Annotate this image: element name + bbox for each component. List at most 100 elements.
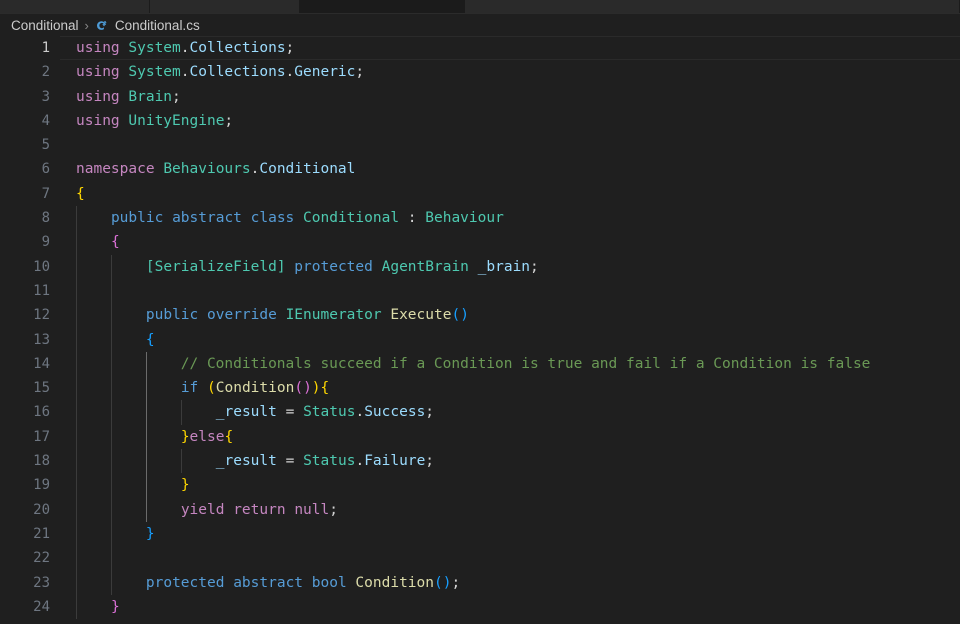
code-line[interactable]: 25} [0, 619, 960, 624]
code-line-content: { [60, 230, 960, 255]
code-line-content: [SerializeField] protected AgentBrain _b… [60, 254, 960, 279]
indent-guide [110, 278, 112, 304]
code-line[interactable]: 20 yield return null; [0, 497, 960, 522]
code-line-content: using UnityEngine; [60, 109, 960, 133]
breadcrumb-file[interactable]: Conditional.cs [115, 18, 200, 33]
chevron-right-icon: › [84, 17, 89, 33]
editor-tab-3[interactable] [300, 0, 465, 13]
code-line[interactable]: 14 // Conditionals succeed if a Conditio… [0, 351, 960, 377]
line-number: 15 [33, 380, 50, 397]
code-line[interactable]: 8 public abstract class Conditional : Be… [0, 206, 960, 231]
line-number: 1 [41, 40, 50, 56]
code-line-content: } [60, 594, 960, 620]
code-line[interactable]: 16 _result = Status.Success; [0, 400, 960, 425]
line-number: 20 [33, 501, 50, 518]
code-line-content [60, 546, 960, 571]
code-line[interactable]: 18 _result = Status.Failure; [0, 449, 960, 474]
code-line[interactable]: 10 [SerializeField] protected AgentBrain… [0, 254, 960, 279]
code-line[interactable]: 17 }else{ [0, 424, 960, 450]
indent-guide [76, 278, 77, 304]
line-number: 3 [41, 88, 50, 105]
code-line-content: public abstract class Conditional : Beha… [60, 206, 960, 231]
code-line[interactable]: 19 } [0, 473, 960, 498]
code-text: namespace Behaviours.Conditional [76, 161, 356, 178]
code-line-content: public override IEnumerator Execute() [60, 303, 960, 328]
code-text: { [110, 234, 120, 251]
code-text: _result = Status.Failure; [215, 453, 435, 470]
code-line[interactable]: 9 { [0, 230, 960, 255]
code-line[interactable]: 4 using UnityEngine; [0, 109, 960, 133]
code-line[interactable]: 6 namespace Behaviours.Conditional [0, 157, 960, 181]
code-line-content [60, 278, 960, 304]
code-line-content: } [60, 473, 960, 498]
code-line-content: } [60, 521, 960, 547]
code-text: using System.Collections.Generic; [76, 64, 365, 81]
line-number: 17 [33, 428, 50, 445]
editor-tab-4[interactable] [465, 0, 960, 13]
code-line-content: // Conditionals succeed if a Condition i… [60, 351, 960, 377]
code-text: [SerializeField] protected AgentBrain _b… [145, 258, 539, 275]
line-number: 23 [33, 574, 50, 591]
code-line-content: protected abstract bool Condition(); [60, 570, 960, 595]
editor-tab-strip [0, 0, 960, 13]
code-text: // Conditionals succeed if a Condition i… [180, 355, 871, 372]
code-line-content: { [60, 182, 960, 206]
code-text: using UnityEngine; [76, 112, 234, 129]
code-line[interactable]: 1 using System.Collections; [0, 36, 960, 60]
breadcrumb: Conditional › Conditional.cs [0, 14, 960, 36]
code-line-content [60, 133, 960, 157]
line-number: 6 [41, 161, 50, 178]
breadcrumb-folder[interactable]: Conditional [11, 18, 79, 33]
line-number: 21 [33, 525, 50, 542]
line-number: 12 [33, 307, 50, 324]
code-text: public override IEnumerator Execute() [145, 307, 469, 324]
code-line-content: _result = Status.Success; [60, 400, 960, 425]
line-number: 13 [33, 331, 50, 348]
code-text: { [145, 331, 155, 348]
code-text: using System.Collections; [76, 40, 295, 56]
line-number: 24 [33, 598, 50, 615]
code-line[interactable]: 2 using System.Collections.Generic; [0, 60, 960, 84]
code-line-content: using System.Collections; [60, 36, 960, 60]
code-line[interactable]: 12 public override IEnumerator Execute() [0, 303, 960, 328]
code-text: _result = Status.Success; [215, 404, 435, 421]
code-line-content: _result = Status.Failure; [60, 449, 960, 474]
code-line[interactable]: 7{ [0, 182, 960, 206]
code-text: public abstract class Conditional : Beha… [110, 210, 504, 227]
editor-tab-2[interactable] [150, 0, 300, 13]
code-line-content: { [60, 327, 960, 352]
code-text: } [76, 619, 85, 624]
code-line-content: yield return null; [60, 497, 960, 522]
line-number: 19 [33, 477, 50, 494]
code-line[interactable]: 23 protected abstract bool Condition(); [0, 570, 960, 595]
code-text: using Brain; [76, 88, 181, 105]
code-text: if (Condition()){ [180, 380, 330, 397]
code-line[interactable]: 15 if (Condition()){ [0, 376, 960, 401]
code-line-content: namespace Behaviours.Conditional [60, 157, 960, 181]
code-text: }else{ [180, 428, 234, 445]
line-number: 25 [0, 619, 50, 624]
line-number: 18 [33, 453, 50, 470]
line-number: 11 [33, 282, 50, 299]
line-number: 4 [41, 112, 50, 129]
code-line[interactable]: 13 { [0, 327, 960, 352]
code-text: } [145, 525, 155, 542]
code-line-content: } [60, 619, 960, 624]
code-line[interactable]: 5 [0, 133, 960, 157]
code-line[interactable]: 24 } [0, 594, 960, 620]
editor-tab-1[interactable] [0, 0, 150, 13]
code-line-content: using System.Collections.Generic; [60, 60, 960, 84]
code-line-content: }else{ [60, 424, 960, 450]
code-line[interactable]: 21 } [0, 521, 960, 547]
code-editor[interactable]: 1 using System.Collections; 2 using System.… [0, 36, 960, 624]
line-number: 22 [33, 550, 50, 567]
line-number: 8 [41, 210, 50, 227]
line-number: 5 [41, 137, 50, 154]
line-number: 7 [41, 185, 50, 202]
code-line[interactable]: 3 using Brain; [0, 85, 960, 109]
code-line[interactable]: 11 [0, 278, 960, 304]
code-line[interactable]: 22 [0, 546, 960, 571]
code-line-content: using Brain; [60, 85, 960, 109]
indent-guide [76, 546, 77, 571]
csharp-file-icon [94, 17, 110, 33]
